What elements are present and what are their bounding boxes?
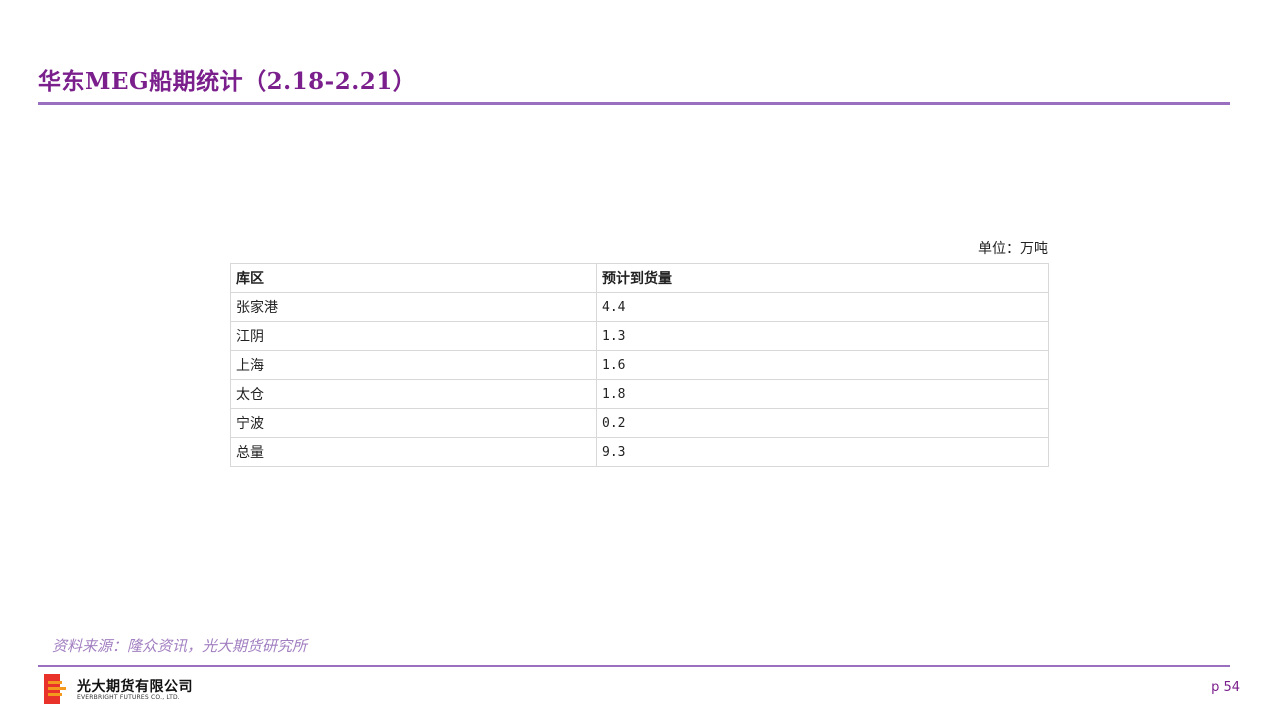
cell-value: 1.8 xyxy=(596,379,1049,409)
company-logo-icon xyxy=(44,674,66,704)
table-row: 上海 1.6 xyxy=(230,350,1049,380)
cell-value: 1.3 xyxy=(596,321,1049,351)
page-number: p 54 xyxy=(1211,680,1240,695)
cell-area: 总量 xyxy=(230,437,597,467)
cell-area: 江阴 xyxy=(230,321,597,351)
shipping-table: 库区 预计到货量 张家港 4.4 江阴 1.3 上海 1.6 太仓 1.8 宁波… xyxy=(230,263,1049,467)
cell-value: 1.6 xyxy=(596,350,1049,380)
company-name-en: EVERBRIGHT FUTURES CO., LTD. xyxy=(77,694,180,701)
page-title: 华东MEG船期统计（2.18-2.21） xyxy=(38,68,417,95)
title-divider xyxy=(38,102,1230,105)
header-expected-arrival: 预计到货量 xyxy=(596,263,1049,293)
table-row: 太仓 1.8 xyxy=(230,379,1049,409)
table-row: 宁波 0.2 xyxy=(230,408,1049,438)
table-header-row: 库区 预计到货量 xyxy=(230,263,1049,293)
cell-value: 4.4 xyxy=(596,292,1049,322)
cell-area: 张家港 xyxy=(230,292,597,322)
cell-value: 0.2 xyxy=(596,408,1049,438)
table-row: 江阴 1.3 xyxy=(230,321,1049,351)
cell-value: 9.3 xyxy=(596,437,1049,467)
footer-divider xyxy=(38,665,1230,667)
company-name-cn: 光大期货有限公司 xyxy=(77,679,193,695)
source-note: 资料来源：隆众资讯，光大期货研究所 xyxy=(52,637,308,655)
table-row: 张家港 4.4 xyxy=(230,292,1049,322)
table-row-total: 总量 9.3 xyxy=(230,437,1049,467)
cell-area: 宁波 xyxy=(230,408,597,438)
unit-note: 单位：万吨 xyxy=(978,241,1048,257)
header-area: 库区 xyxy=(230,263,597,293)
cell-area: 上海 xyxy=(230,350,597,380)
cell-area: 太仓 xyxy=(230,379,597,409)
